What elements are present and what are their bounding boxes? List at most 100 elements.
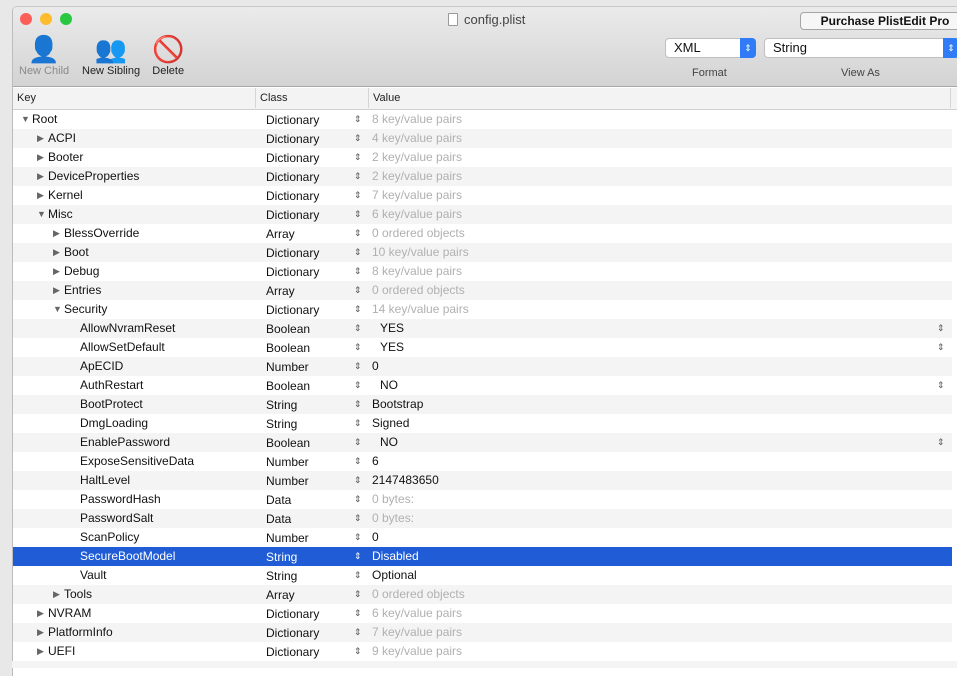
class-cell[interactable]: Boolean	[266, 434, 310, 453]
purchase-button[interactable]: Purchase PlistEdit Pro	[800, 12, 957, 30]
class-cell[interactable]: Boolean	[266, 377, 310, 396]
disclosure-open-icon[interactable]: ▼	[37, 205, 46, 224]
class-stepper-icon[interactable]: ⇕	[354, 376, 362, 395]
value-cell[interactable]: 0	[372, 528, 379, 547]
class-cell[interactable]: Array	[266, 282, 295, 301]
disclosure-closed-icon[interactable]: ▶	[53, 243, 60, 262]
disclosure-open-icon[interactable]: ▼	[21, 110, 30, 129]
value-cell[interactable]: NO	[380, 376, 398, 395]
key-cell[interactable]: HaltLevel	[80, 471, 130, 490]
table-row[interactable]: ▶ UEFI Dictionary ⇕ 9 key/value pairs	[13, 642, 952, 661]
table-row[interactable]: BootProtect String ⇕ Bootstrap	[13, 395, 952, 414]
key-cell[interactable]: ExposeSensitiveData	[80, 452, 194, 471]
class-cell[interactable]: Data	[266, 491, 291, 510]
table-row[interactable]: ▼ Misc Dictionary ⇕ 6 key/value pairs	[13, 205, 952, 224]
class-cell[interactable]: Dictionary	[266, 130, 319, 149]
class-stepper-icon[interactable]: ⇕	[354, 319, 362, 338]
value-cell[interactable]: 0 ordered objects	[372, 224, 465, 243]
class-stepper-icon[interactable]: ⇕	[354, 642, 362, 661]
key-cell[interactable]: Vault	[80, 566, 106, 585]
class-stepper-icon[interactable]: ⇕	[354, 167, 362, 186]
class-stepper-icon[interactable]: ⇕	[354, 110, 362, 129]
table-row[interactable]: AllowSetDefault Boolean ⇕ YES ⇕	[13, 338, 952, 357]
disclosure-open-icon[interactable]: ▼	[53, 300, 62, 319]
value-cell[interactable]: 2147483650	[372, 471, 439, 490]
class-stepper-icon[interactable]: ⇕	[354, 585, 362, 604]
disclosure-closed-icon[interactable]: ▶	[37, 623, 44, 642]
value-cell[interactable]: Optional	[372, 566, 417, 585]
value-cell[interactable]: 2 key/value pairs	[372, 148, 462, 167]
class-cell[interactable]: Dictionary	[266, 111, 319, 130]
table-row[interactable]: ▼ Root Dictionary ⇕ 8 key/value pairs	[13, 110, 952, 129]
value-cell[interactable]: 8 key/value pairs	[372, 262, 462, 281]
disclosure-closed-icon[interactable]: ▶	[37, 129, 44, 148]
column-key[interactable]: Key	[17, 92, 36, 104]
disclosure-closed-icon[interactable]: ▶	[37, 642, 44, 661]
key-cell[interactable]: NVRAM	[48, 604, 91, 623]
value-cell[interactable]: 2 key/value pairs	[372, 167, 462, 186]
table-row[interactable]: ▶ NVRAM Dictionary ⇕ 6 key/value pairs	[13, 604, 952, 623]
value-cell[interactable]: YES	[380, 338, 404, 357]
class-stepper-icon[interactable]: ⇕	[354, 262, 362, 281]
disclosure-closed-icon[interactable]: ▶	[37, 186, 44, 205]
disclosure-closed-icon[interactable]: ▶	[37, 167, 44, 186]
class-cell[interactable]: Dictionary	[266, 605, 319, 624]
key-cell[interactable]: UEFI	[48, 642, 75, 661]
key-cell[interactable]: Tools	[64, 585, 92, 604]
key-cell[interactable]: SecureBootModel	[80, 547, 175, 566]
class-cell[interactable]: Dictionary	[266, 643, 319, 662]
disclosure-closed-icon[interactable]: ▶	[53, 262, 60, 281]
value-cell[interactable]: Disabled	[372, 547, 419, 566]
class-cell[interactable]: Dictionary	[266, 263, 319, 282]
value-cell[interactable]: NO	[380, 433, 398, 452]
table-row[interactable]: EnablePassword Boolean ⇕ NO ⇕	[13, 433, 952, 452]
value-cell[interactable]: 9 key/value pairs	[372, 642, 462, 661]
disclosure-closed-icon[interactable]: ▶	[37, 604, 44, 623]
disclosure-closed-icon[interactable]: ▶	[53, 585, 60, 604]
class-stepper-icon[interactable]: ⇕	[354, 357, 362, 376]
table-row[interactable]: HaltLevel Number ⇕ 2147483650	[13, 471, 952, 490]
value-cell[interactable]: 14 key/value pairs	[372, 300, 469, 319]
column-value[interactable]: Value	[373, 92, 400, 104]
value-cell[interactable]: Signed	[372, 414, 409, 433]
class-stepper-icon[interactable]: ⇕	[354, 452, 362, 471]
table-row[interactable]: ▶ ACPI Dictionary ⇕ 4 key/value pairs	[13, 129, 952, 148]
value-cell[interactable]: 0 bytes:	[372, 490, 414, 509]
value-cell[interactable]: 7 key/value pairs	[372, 186, 462, 205]
class-cell[interactable]: Boolean	[266, 320, 310, 339]
view-as-popup[interactable]: String ⇕	[764, 38, 957, 58]
new-sibling-button[interactable]: 👥 New Sibling	[82, 33, 140, 77]
table-row[interactable]: DmgLoading String ⇕ Signed	[13, 414, 952, 433]
class-stepper-icon[interactable]: ⇕	[354, 205, 362, 224]
disclosure-closed-icon[interactable]: ▶	[53, 224, 60, 243]
class-stepper-icon[interactable]: ⇕	[354, 281, 362, 300]
class-cell[interactable]: Dictionary	[266, 301, 319, 320]
class-cell[interactable]: Array	[266, 586, 295, 605]
key-cell[interactable]: AllowNvramReset	[80, 319, 175, 338]
class-cell[interactable]: Dictionary	[266, 168, 319, 187]
key-cell[interactable]: Root	[32, 110, 57, 129]
boolean-popup-icon[interactable]: ⇕	[937, 338, 945, 357]
table-row[interactable]: AllowNvramReset Boolean ⇕ YES ⇕	[13, 319, 952, 338]
class-cell[interactable]: String	[266, 567, 297, 586]
class-stepper-icon[interactable]: ⇕	[354, 300, 362, 319]
value-cell[interactable]: 0 bytes:	[372, 509, 414, 528]
class-stepper-icon[interactable]: ⇕	[354, 186, 362, 205]
table-row[interactable]: Vault String ⇕ Optional	[13, 566, 952, 585]
disclosure-closed-icon[interactable]: ▶	[37, 148, 44, 167]
class-cell[interactable]: Dictionary	[266, 206, 319, 225]
table-row[interactable]: PasswordSalt Data ⇕ 0 bytes:	[13, 509, 952, 528]
class-stepper-icon[interactable]: ⇕	[354, 623, 362, 642]
class-stepper-icon[interactable]: ⇕	[354, 338, 362, 357]
key-cell[interactable]: Booter	[48, 148, 83, 167]
class-stepper-icon[interactable]: ⇕	[354, 414, 362, 433]
table-row[interactable]: PasswordHash Data ⇕ 0 bytes:	[13, 490, 952, 509]
key-cell[interactable]: PasswordHash	[80, 490, 161, 509]
key-cell[interactable]: ApECID	[80, 357, 123, 376]
table-row[interactable]: ▶ Tools Array ⇕ 0 ordered objects	[13, 585, 952, 604]
class-stepper-icon[interactable]: ⇕	[354, 129, 362, 148]
class-cell[interactable]: Data	[266, 510, 291, 529]
class-stepper-icon[interactable]: ⇕	[354, 395, 362, 414]
class-stepper-icon[interactable]: ⇕	[354, 528, 362, 547]
key-cell[interactable]: Kernel	[48, 186, 83, 205]
